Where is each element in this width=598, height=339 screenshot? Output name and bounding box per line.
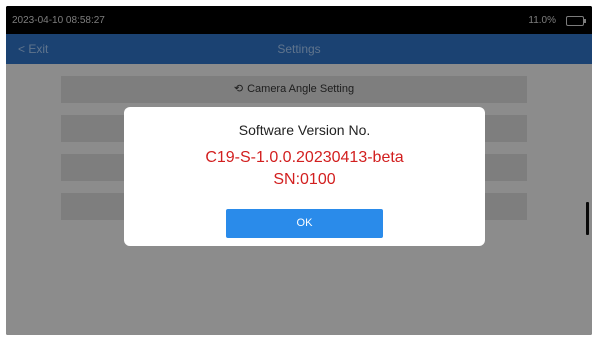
software-version: C19-S-1.0.0.20230413-beta	[205, 149, 404, 166]
ok-button[interactable]: OK	[226, 209, 383, 238]
device-screen: 2023-04-10 08:58:27 11.0% < Exit Setting…	[6, 6, 592, 335]
software-version-dialog: Software Version No. C19-S-1.0.0.2023041…	[124, 107, 485, 246]
dialog-title: Software Version No.	[238, 122, 371, 138]
serial-number: SN:0100	[273, 171, 336, 188]
